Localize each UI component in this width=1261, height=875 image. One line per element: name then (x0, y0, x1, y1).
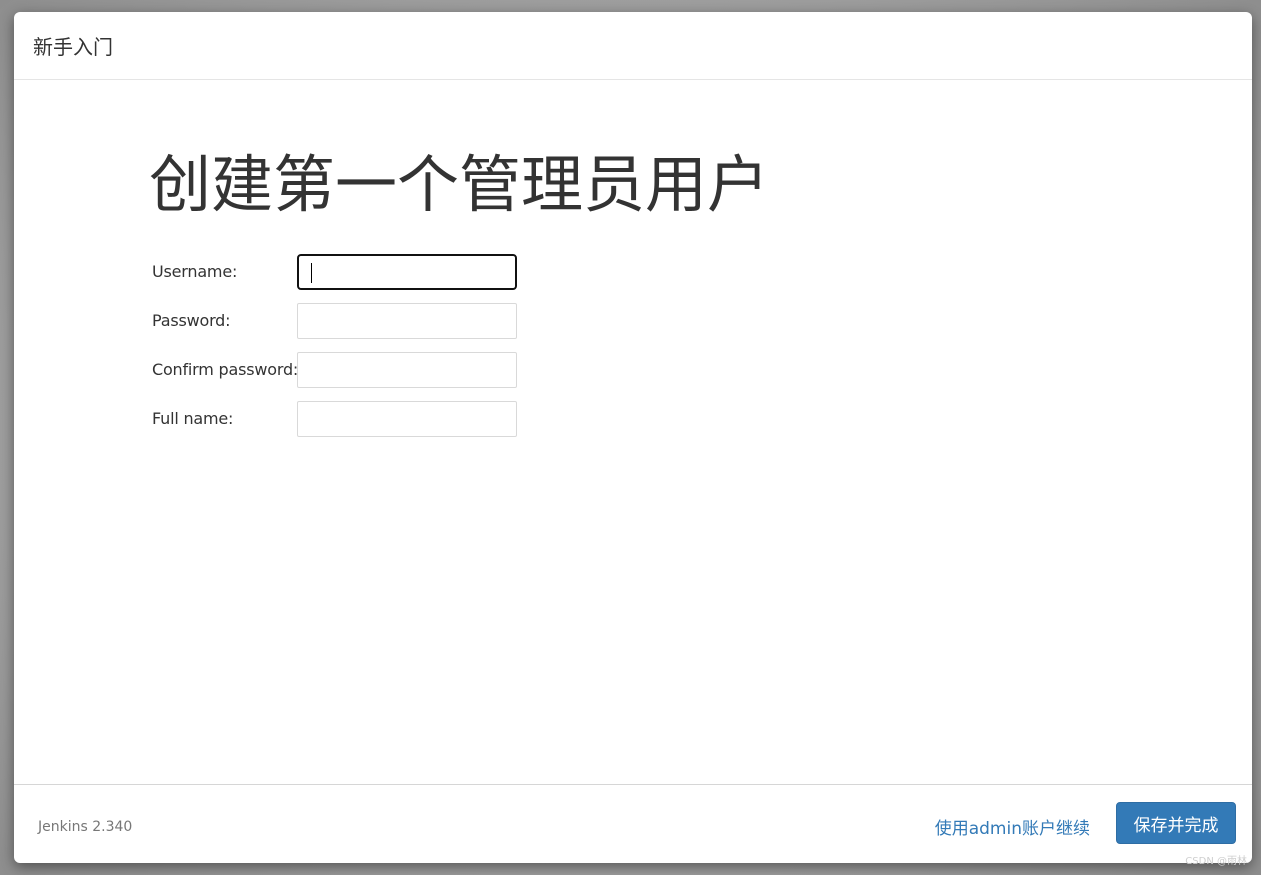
full-name-label: Full name: (152, 409, 234, 428)
save-and-finish-button[interactable]: 保存并完成 (1116, 802, 1236, 844)
confirm-password-row: Confirm password: (152, 352, 552, 388)
page-title: 创建第一个管理员用户 (149, 148, 770, 221)
confirm-password-input[interactable] (297, 352, 517, 388)
full-name-row: Full name: (152, 401, 552, 437)
password-input[interactable] (297, 303, 517, 339)
dialog-header: 新手入门 (14, 12, 1252, 80)
version-label: Jenkins 2.340 (38, 819, 133, 835)
dialog-title: 新手入门 (33, 35, 113, 59)
username-label: Username: (152, 262, 238, 281)
continue-as-admin-link[interactable]: 使用admin账户继续 (935, 814, 1090, 839)
username-row: Username: (152, 254, 552, 290)
setup-wizard-dialog: 新手入门 创建第一个管理员用户 Username: Password: Conf… (14, 12, 1252, 863)
username-input[interactable] (297, 254, 517, 290)
watermark: CSDN @雨林 (1185, 856, 1247, 867)
password-label: Password: (152, 311, 231, 330)
full-name-input[interactable] (297, 401, 517, 437)
confirm-password-label: Confirm password: (152, 360, 299, 379)
dialog-footer: Jenkins 2.340 使用admin账户继续 保存并完成 (14, 784, 1252, 863)
password-row: Password: (152, 303, 552, 339)
text-caret (311, 263, 312, 283)
dialog-body: 创建第一个管理员用户 Username: Password: Confirm p… (14, 80, 1252, 784)
